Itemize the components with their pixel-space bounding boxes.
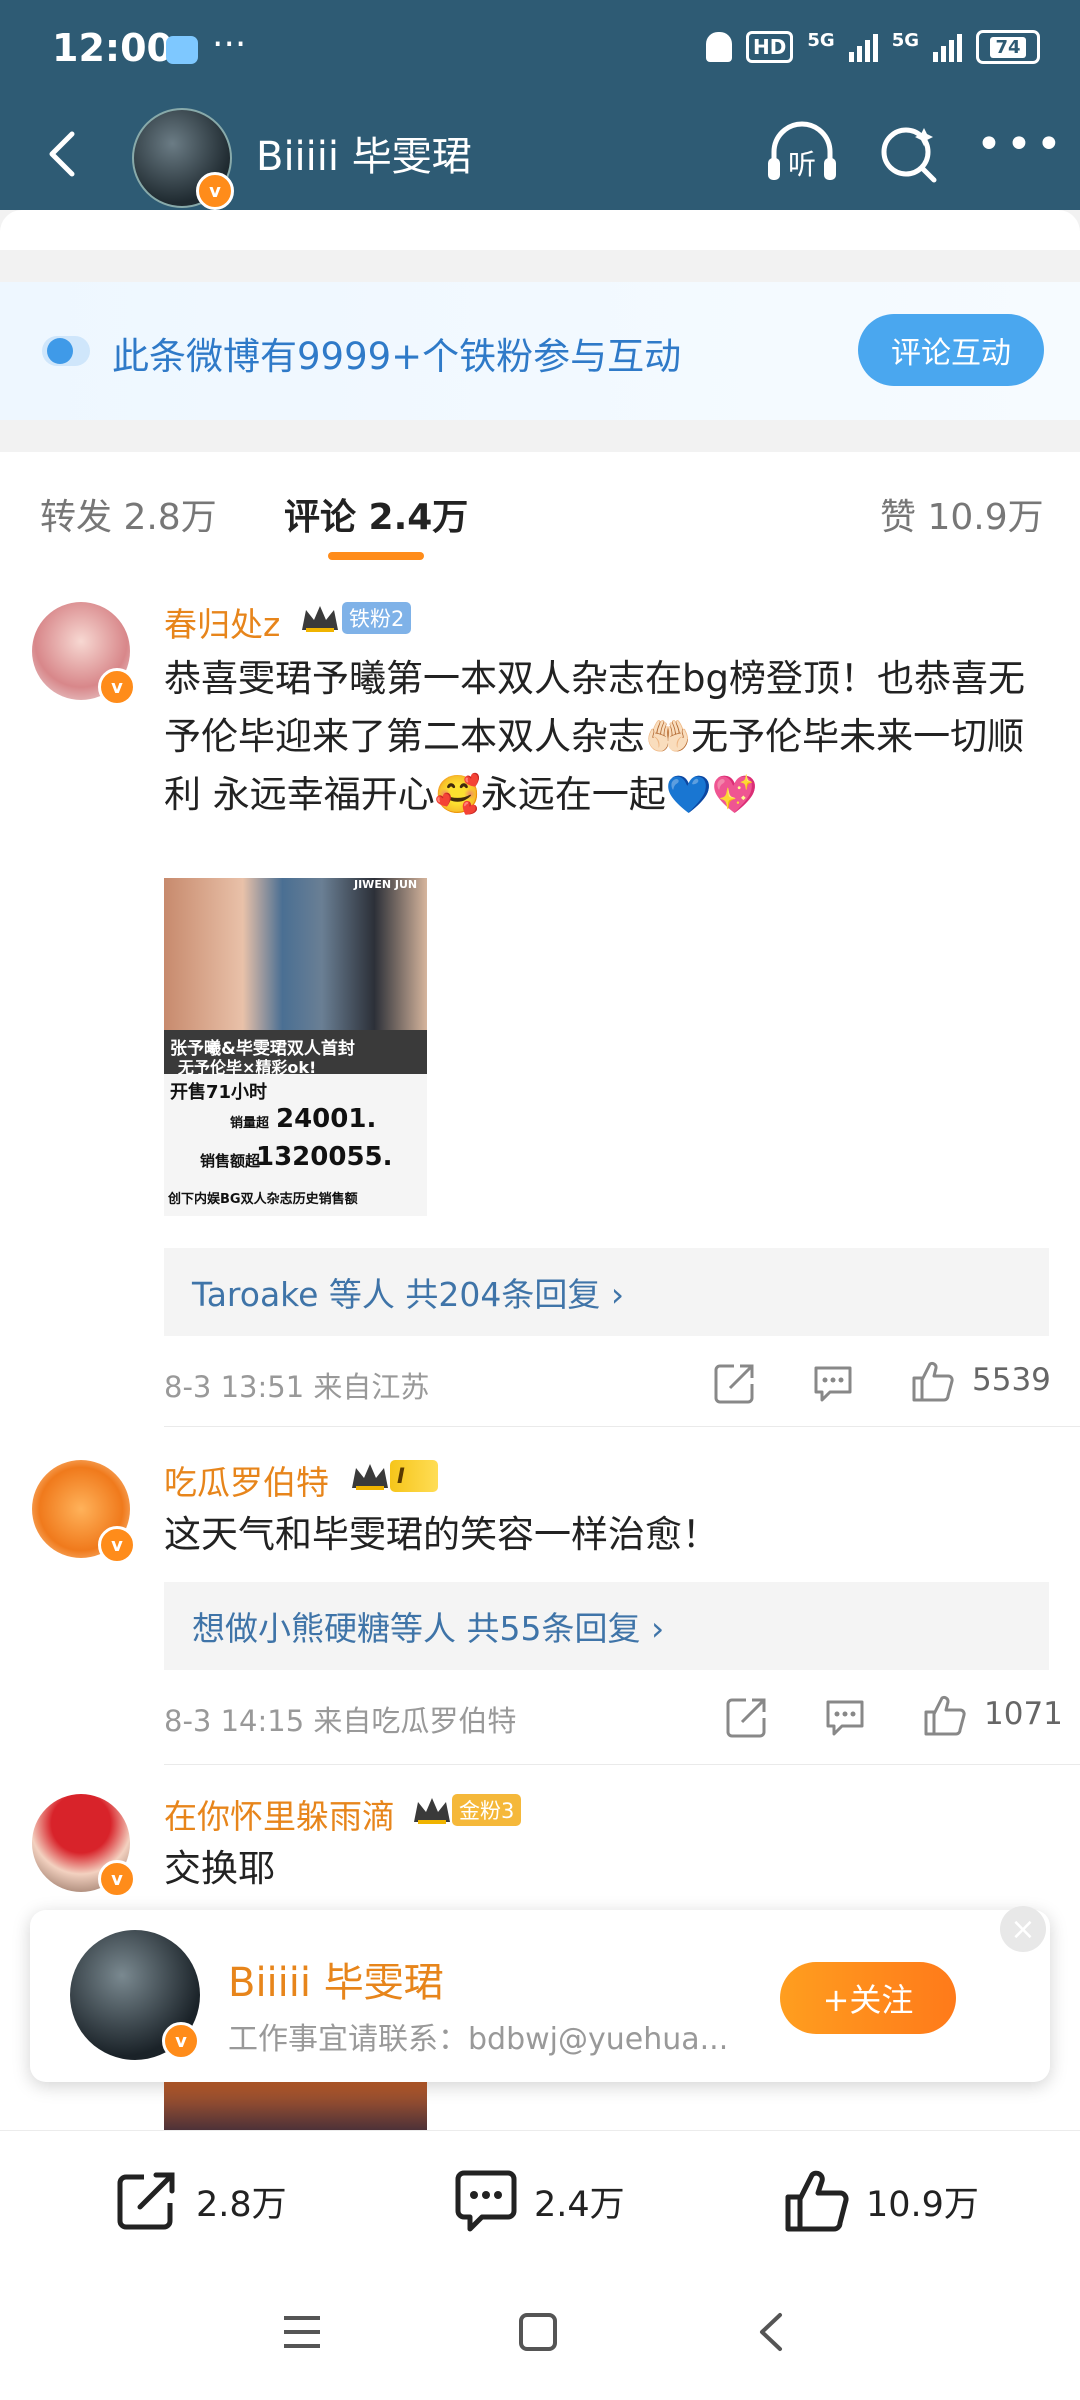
follow-card: v Biiiii 毕雯珺 工作事宜请联系：bdbwj@yuehua... +关注 xyxy=(30,1910,1050,2082)
home-icon[interactable] xyxy=(518,2312,558,2352)
comment-icon xyxy=(455,2170,517,2232)
fan-interaction-banner: 此条微博有9999+个铁粉参与互动 评论互动 xyxy=(0,282,1080,420)
verified-badge-icon: v xyxy=(98,668,136,706)
comment-meta: 8-3 14:15 来自吃瓜罗伯特 xyxy=(164,1704,517,1738)
bottom-action-bar: 2.8万 2.4万 10.9万 xyxy=(0,2130,1080,2271)
comment-interact-button[interactable]: 评论互动 xyxy=(858,314,1044,386)
comment-meta: 8-3 13:51 来自江苏 xyxy=(164,1370,430,1404)
back-arrow-icon[interactable] xyxy=(36,126,92,182)
commenter-avatar[interactable]: v xyxy=(32,1794,136,1898)
active-tab-indicator xyxy=(328,552,424,560)
comment-icon[interactable] xyxy=(810,1360,856,1406)
follow-button[interactable]: +关注 xyxy=(780,1962,956,2034)
repost-icon xyxy=(117,2172,175,2230)
image-record-text: 创下内娱BG双人杂志历史销售额 xyxy=(168,1192,358,1207)
like-count: 5539 xyxy=(972,1362,1051,1398)
app-header: 12:00 ··· HD 5G 5G 74 v Biiiii 毕雯珺 听 ••• xyxy=(0,0,1080,210)
verified-badge-icon: v xyxy=(162,2022,200,2060)
commenter-avatar[interactable]: v xyxy=(32,1460,136,1564)
status-icons: HD 5G 5G 74 xyxy=(706,30,1040,64)
author-name[interactable]: Biiiii 毕雯珺 xyxy=(256,124,472,182)
commenter-name[interactable]: 吃瓜罗伯特 xyxy=(164,1456,329,1504)
follow-card-avatar[interactable]: v xyxy=(70,1930,200,2060)
signal-icon xyxy=(848,32,878,62)
comment-button[interactable]: 2.4万 xyxy=(452,2169,625,2233)
magazine-photo xyxy=(164,878,427,1030)
hd-voice-icon: HD xyxy=(746,31,794,63)
nav-bar: v Biiiii 毕雯珺 听 ••• xyxy=(0,100,1080,210)
more-notifications-icon: ··· xyxy=(212,24,247,65)
verified-badge-icon: v xyxy=(98,1526,136,1564)
comment-icon[interactable] xyxy=(822,1694,868,1740)
reply-summary[interactable]: Taroake 等人 共204条回复 › xyxy=(164,1248,1049,1336)
comment-text: 恭喜雯珺予曦第一本双人杂志在bg榜登顶！也恭喜无予伦毕迎来了第二本双人杂志🤲🏻无… xyxy=(164,657,1025,816)
gold-fan-badge: 金粉3 xyxy=(452,1794,522,1826)
crown-icon xyxy=(414,1798,450,1824)
comment-list: v 春归处z 铁粉2 恭喜雯珺予曦第一本双人杂志在bg榜登顶！也恭喜无予伦毕迎来… xyxy=(0,568,1080,2138)
share-icon[interactable] xyxy=(712,1360,758,1406)
tab-comment[interactable]: 评论 2.4万 xyxy=(284,488,468,540)
listen-icon[interactable]: 听 xyxy=(764,118,840,188)
recent-apps-icon[interactable] xyxy=(282,2314,322,2350)
repost-button[interactable]: 2.8万 xyxy=(114,2169,287,2233)
image-caption-line2: 无予伦毕×精彩ok! xyxy=(178,1058,317,1077)
like-button[interactable]: 10.9万 xyxy=(784,2169,979,2233)
message-app-icon xyxy=(166,36,198,64)
follow-card-contact: 工作事宜请联系：bdbwj@yuehua... xyxy=(228,2022,729,2057)
follow-card-name[interactable]: Biiiii 毕雯珺 xyxy=(228,1950,444,2008)
post-tabs: 转发 2.8万 评论 2.4万 赞 10.9万 xyxy=(0,452,1080,569)
crown-icon xyxy=(302,606,338,632)
comment-text: 交换耶 xyxy=(164,1847,275,1890)
battery-level: 74 xyxy=(990,36,1026,58)
comment-count: 2.4万 xyxy=(534,2184,625,2225)
comment-text: 这天气和毕雯珺的笑容一样治愈！ xyxy=(164,1513,719,1556)
verified-badge-icon: v xyxy=(98,1860,136,1898)
comment-divider xyxy=(164,1426,1080,1427)
tab-repost[interactable]: 转发 2.8万 xyxy=(40,488,217,540)
like-icon[interactable] xyxy=(910,1358,956,1404)
crown-icon xyxy=(352,1464,388,1490)
signal-icon-2 xyxy=(933,32,962,62)
comment-image[interactable]: JIWEN JUN 张予曦&毕雯珺双人首封 无予伦毕×精彩ok! 开售71小时 … xyxy=(164,878,427,1216)
magazine-title: JIWEN JUN xyxy=(354,878,418,891)
like-count: 10.9万 xyxy=(866,2184,979,2225)
image-sales-label: 销量超 xyxy=(230,1116,270,1131)
sunset-image[interactable] xyxy=(164,2078,427,2138)
image-sale-hours: 开售71小时 xyxy=(170,1082,268,1103)
status-bar: 12:00 ··· HD 5G 5G 74 xyxy=(0,0,1080,100)
search-icon[interactable] xyxy=(876,118,940,188)
image-sales-value: 24001. xyxy=(276,1104,377,1134)
verified-badge-icon: v xyxy=(196,172,234,210)
toggle-pill-icon xyxy=(42,336,90,366)
network-type-2: 5G xyxy=(891,30,919,51)
share-icon[interactable] xyxy=(724,1694,770,1740)
status-time: 12:00 xyxy=(52,26,173,70)
silent-bell-icon xyxy=(706,32,733,62)
banner-text: 此条微博有9999+个铁粉参与互动 xyxy=(112,335,682,378)
iron-fan-badge: 铁粉2 xyxy=(342,602,412,634)
back-icon[interactable] xyxy=(756,2312,786,2352)
like-icon[interactable] xyxy=(922,1692,968,1738)
author-avatar[interactable]: v xyxy=(132,108,234,210)
level-badge: I xyxy=(390,1460,438,1492)
network-type-1: 5G xyxy=(807,30,835,51)
close-icon[interactable]: × xyxy=(1000,1906,1046,1952)
more-options-icon[interactable]: ••• xyxy=(976,123,1062,170)
content-top-edge xyxy=(0,210,1080,250)
battery-icon: 74 xyxy=(976,30,1040,64)
image-amount-label: 销售额超 xyxy=(200,1152,261,1170)
image-amount-value: 1320055. xyxy=(256,1142,393,1172)
commenter-name[interactable]: 春归处z xyxy=(164,598,280,646)
like-count: 1071 xyxy=(984,1696,1063,1732)
repost-count: 2.8万 xyxy=(196,2184,287,2225)
tab-like[interactable]: 赞 10.9万 xyxy=(880,488,1044,540)
commenter-name[interactable]: 在你怀里躲雨滴 xyxy=(164,1790,395,1838)
commenter-avatar[interactable]: v xyxy=(32,602,136,706)
system-nav-bar xyxy=(0,2270,1080,2400)
reply-summary[interactable]: 想做小熊硬糖等人 共55条回复 › xyxy=(164,1582,1049,1670)
listen-label: 听 xyxy=(788,148,816,181)
like-icon xyxy=(785,2170,849,2232)
comment-divider xyxy=(164,1764,1080,1765)
